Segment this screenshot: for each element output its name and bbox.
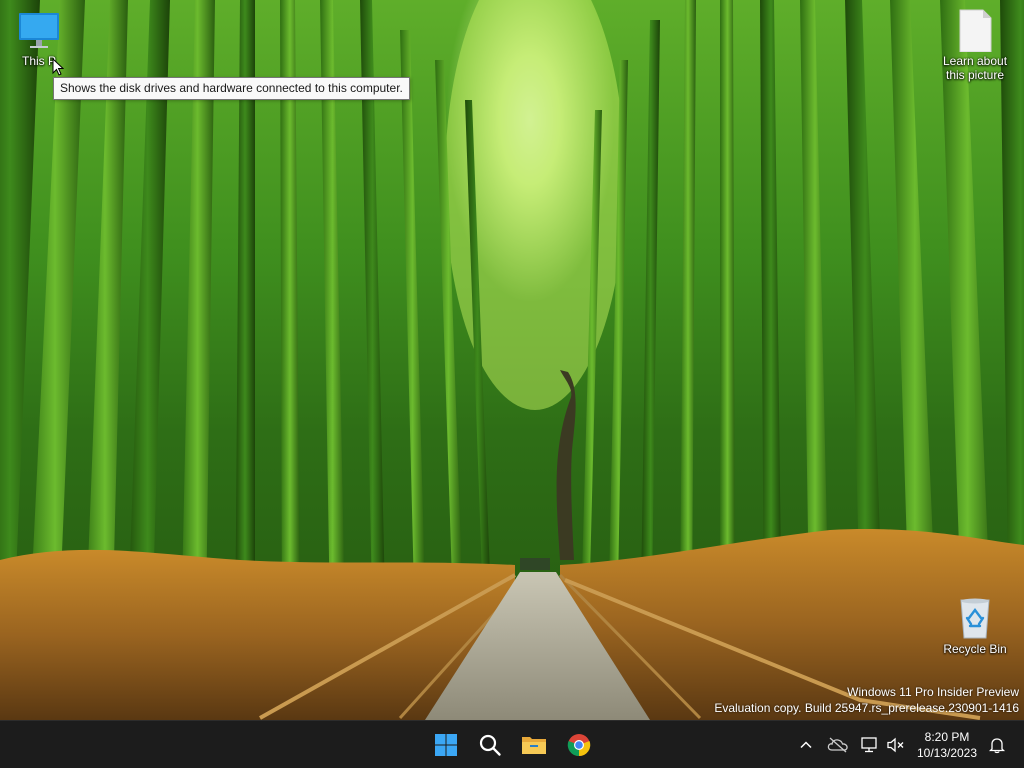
bell-icon xyxy=(988,738,1006,754)
network-computer-icon xyxy=(861,737,877,753)
monitor-icon xyxy=(17,8,61,52)
folder-icon xyxy=(522,737,546,754)
clock-date: 10/13/2023 xyxy=(916,746,978,760)
desktop-icon-learn-about-picture[interactable]: Learn about this picture xyxy=(937,8,1013,82)
desktop-icon-label: This P xyxy=(21,54,56,68)
start-button[interactable] xyxy=(428,727,464,763)
clock-date-button[interactable]: 8:20 PM 10/13/2023 xyxy=(912,729,982,761)
chevron-up-icon xyxy=(800,741,812,749)
windows-logo-icon xyxy=(435,734,457,756)
notifications-button[interactable] xyxy=(985,733,1009,757)
document-icon xyxy=(953,8,997,53)
desktop-icon-recycle-bin[interactable]: Recycle Bin xyxy=(937,596,1013,656)
search-button[interactable] xyxy=(472,727,508,763)
network-tray-button[interactable] xyxy=(858,733,882,757)
watermark-edition: Windows 11 Pro Insider Preview xyxy=(847,685,1019,699)
volume-tray-button[interactable] xyxy=(884,733,908,757)
bamboo-forest-image xyxy=(0,0,1024,720)
show-hidden-icons-button[interactable] xyxy=(794,733,818,757)
desktop-icon-this-pc[interactable]: This P xyxy=(1,8,77,68)
cloud-offline-icon xyxy=(827,737,848,753)
tooltip: Shows the disk drives and hardware conne… xyxy=(53,77,410,100)
evaluation-watermark: Windows 11 Pro Insider Preview Evaluatio… xyxy=(714,684,1019,716)
recycle-bin-icon xyxy=(953,596,997,640)
desktop-icon-label: Recycle Bin xyxy=(943,642,1007,656)
desktop-icon-label: Learn about this picture xyxy=(942,54,1008,82)
desktop-wallpaper xyxy=(0,0,1024,720)
chrome-icon xyxy=(567,734,591,757)
onedrive-tray-button[interactable] xyxy=(826,733,850,757)
speaker-muted-icon xyxy=(887,737,904,753)
desktop[interactable]: This P Learn about this picture Recycle … xyxy=(0,0,1024,768)
taskbar[interactable]: 8:20 PM 10/13/2023 xyxy=(0,720,1024,768)
clock-time: 8:20 PM xyxy=(924,730,970,744)
watermark-build: Evaluation copy. Build 25947.rs_prerelea… xyxy=(714,701,1019,715)
google-chrome-button[interactable] xyxy=(561,727,597,763)
mouse-cursor-icon xyxy=(52,57,65,81)
search-icon xyxy=(479,734,501,756)
file-explorer-button[interactable] xyxy=(516,727,552,763)
